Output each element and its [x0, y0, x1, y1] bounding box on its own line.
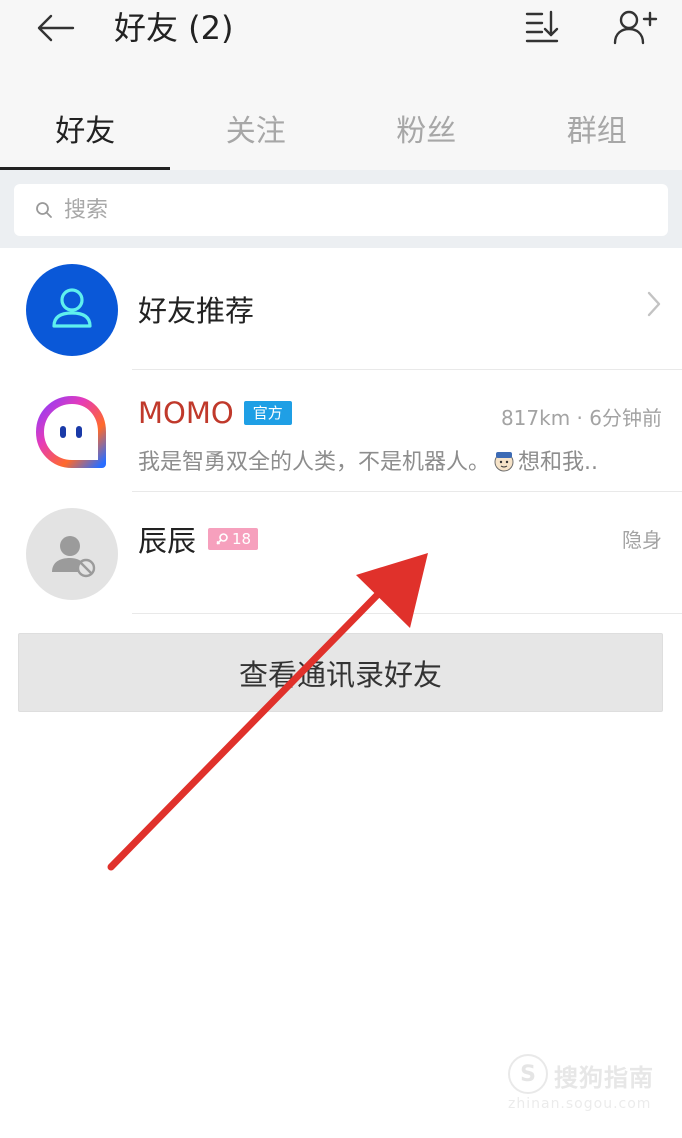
- back-button[interactable]: [30, 6, 80, 50]
- search-input[interactable]: [64, 197, 624, 223]
- watermark-logo: S: [508, 1054, 548, 1094]
- divider: [132, 613, 682, 614]
- watermark-brand: 搜狗指南: [554, 1064, 654, 1092]
- age-value: 18: [232, 530, 252, 548]
- friend-message-text: 我是智勇双全的人类，不是机器人。: [138, 450, 491, 475]
- search-box[interactable]: [14, 184, 668, 236]
- search-bar: [0, 170, 682, 248]
- tab-bar: 好友 关注 粉丝 群组: [0, 96, 682, 170]
- friend-message-tail: 想和我..: [518, 450, 599, 475]
- friend-row-chenchen[interactable]: 辰辰 18 隐身: [0, 492, 682, 614]
- watermark: S 搜狗指南 zhinan.sogou.com: [508, 1048, 668, 1118]
- add-user-button[interactable]: [608, 4, 662, 50]
- friend-name: 辰辰: [138, 524, 197, 558]
- recommend-label: 好友推荐: [138, 294, 255, 328]
- momo-logo-icon: [36, 396, 106, 468]
- friend-name-row: MOMO 官方: [138, 396, 292, 430]
- tab-friends[interactable]: 好友: [0, 96, 171, 170]
- gender-female-icon: [216, 533, 228, 545]
- momo-avatar: [26, 386, 118, 478]
- person-icon: [52, 288, 92, 328]
- friend-distance-time: 817km · 6分钟前: [500, 406, 662, 430]
- recommend-avatar: [26, 264, 118, 356]
- tab-following[interactable]: 关注: [171, 96, 342, 170]
- emoji-icon: [494, 452, 514, 472]
- official-badge: 官方: [243, 401, 292, 425]
- friend-message: 我是智勇双全的人类，不是机器人。 想和我..: [138, 444, 664, 476]
- user-placeholder-icon: [52, 536, 96, 578]
- sort-button[interactable]: [518, 4, 566, 50]
- tab-fans[interactable]: 粉丝: [341, 96, 512, 170]
- friend-status: 隐身: [622, 528, 662, 552]
- age-badge: 18: [208, 528, 259, 550]
- chevron-right-icon: [647, 291, 661, 317]
- top-bar: 好友 (2) 好友 关注 粉丝 群组: [0, 0, 682, 170]
- watermark-url: zhinan.sogou.com: [508, 1096, 652, 1112]
- friend-name-row: 辰辰 18: [138, 518, 259, 560]
- add-user-icon: [613, 10, 658, 45]
- default-avatar: [26, 508, 118, 600]
- sort-icon: [525, 10, 559, 43]
- view-contacts-button[interactable]: 查看通讯录好友: [18, 633, 663, 712]
- friend-recommend-row[interactable]: 好友推荐: [0, 248, 682, 370]
- friend-name: MOMO: [138, 396, 234, 430]
- search-icon: [34, 200, 54, 220]
- tab-groups[interactable]: 群组: [512, 96, 682, 170]
- page-title: 好友 (2): [114, 9, 234, 47]
- arrow-left-icon: [37, 14, 75, 42]
- friend-row-momo[interactable]: MOMO 官方 817km · 6分钟前 我是智勇双全的人类，不是机器人。 想和…: [0, 370, 682, 492]
